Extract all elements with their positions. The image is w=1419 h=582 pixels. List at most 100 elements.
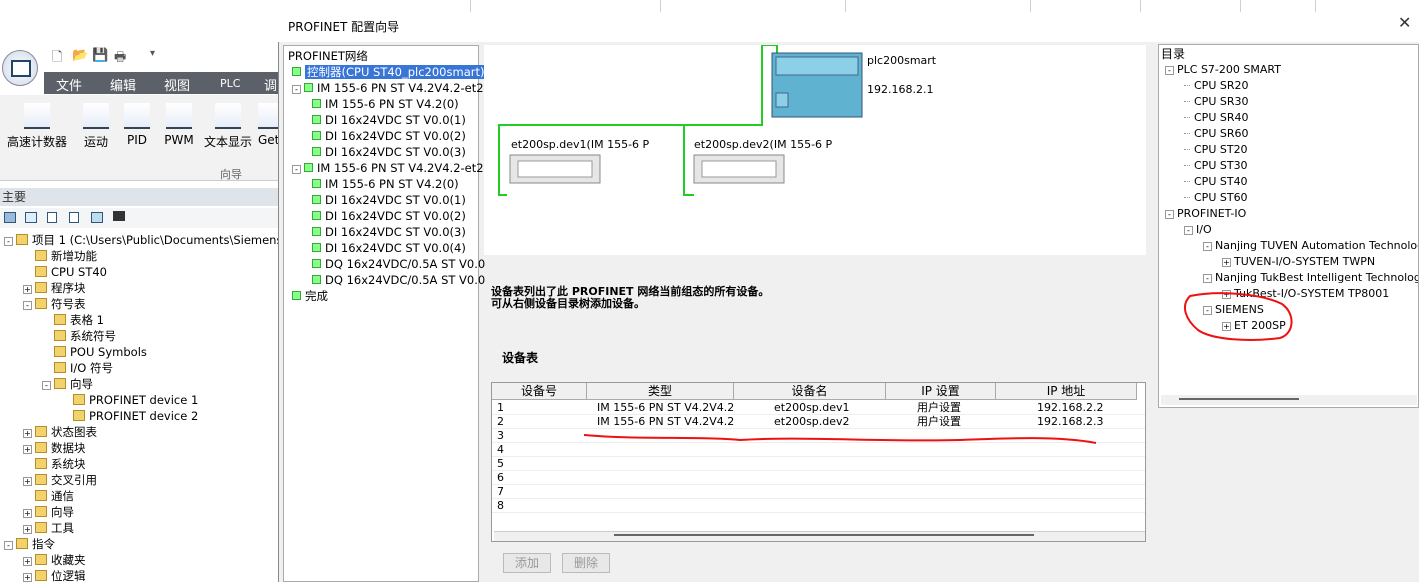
project-tree-item[interactable]: PROFINET device 2: [61, 408, 198, 424]
project-tree-item[interactable]: + 程序块: [23, 280, 86, 296]
project-tree-item[interactable]: + 收藏夹: [23, 552, 86, 568]
project-tree-item[interactable]: - 指令: [4, 536, 55, 552]
catalog-scroll-thumb[interactable]: [1179, 398, 1299, 400]
project-tree-item[interactable]: - 项目 1 (C:\Users\Public\Documents\Siemens…: [4, 232, 280, 248]
print-icon[interactable]: 🖶: [114, 48, 126, 70]
wizard-tree-item[interactable]: 完成: [292, 288, 328, 304]
col-header-type[interactable]: 类型: [587, 383, 734, 400]
save-icon[interactable]: 💾: [92, 48, 108, 63]
catalog-scrollbar[interactable]: [1161, 395, 1417, 405]
expand-toggle-icon[interactable]: -: [292, 85, 301, 94]
motion-wizard-button[interactable]: 运动: [76, 103, 116, 150]
wizard-tree-item[interactable]: DI 16x24VDC ST V0.0(1): [312, 192, 466, 208]
expand-toggle-icon[interactable]: +: [23, 429, 32, 438]
wizard-tree-item[interactable]: DI 16x24VDC ST V0.0(3): [312, 224, 466, 240]
catalog-item[interactable]: - PROFINET-IO: [1165, 206, 1246, 222]
catalog-item[interactable]: - SIEMENS: [1203, 302, 1264, 318]
expand-toggle-icon[interactable]: -: [1184, 226, 1193, 235]
toolbar-icon-1[interactable]: [4, 212, 16, 223]
catalog-item[interactable]: CPU ST60: [1184, 190, 1248, 206]
project-tree-item[interactable]: + 工具: [23, 520, 74, 536]
new-file-icon[interactable]: 🗋: [52, 48, 62, 70]
table-row[interactable]: 3: [492, 429, 1145, 443]
table-row[interactable]: 4: [492, 443, 1145, 457]
wizard-tree-item[interactable]: DQ 16x24VDC/0.5A ST V0.0: [312, 256, 485, 272]
catalog-item[interactable]: CPU ST20: [1184, 142, 1248, 158]
app-logo-icon[interactable]: [2, 50, 38, 86]
expand-toggle-icon[interactable]: -: [23, 301, 32, 310]
table-row[interactable]: 5: [492, 457, 1145, 471]
dropdown-arrow-icon[interactable]: ▾: [150, 48, 155, 59]
text-display-wizard-button[interactable]: 文本显示: [200, 103, 256, 150]
menu-debug[interactable]: 调: [264, 75, 277, 94]
wizard-tree-item[interactable]: DI 16x24VDC ST V0.0(3): [312, 144, 466, 160]
menu-view[interactable]: 视图: [164, 75, 190, 94]
toolbar-icon-3[interactable]: [47, 212, 57, 223]
col-header-ip-setting[interactable]: IP 设置: [886, 383, 996, 400]
project-tree-item[interactable]: - 向导: [42, 376, 93, 392]
catalog-item[interactable]: + TUVEN-I/O-SYSTEM TWPN: [1222, 254, 1375, 270]
pwm-wizard-button[interactable]: PWM: [160, 103, 198, 147]
open-folder-icon[interactable]: 📂: [72, 48, 88, 63]
project-tree-item[interactable]: I/O 符号: [42, 360, 113, 376]
catalog-item[interactable]: CPU SR60: [1184, 126, 1248, 142]
col-header-device-no[interactable]: 设备号: [492, 383, 587, 400]
col-header-device-name[interactable]: 设备名: [734, 383, 886, 400]
project-tree-item[interactable]: 系统块: [23, 456, 86, 472]
catalog-item[interactable]: - I/O: [1184, 222, 1212, 238]
wizard-tree-item[interactable]: IM 155-6 PN ST V4.2(0): [312, 96, 459, 112]
menu-file[interactable]: 文件: [56, 75, 82, 94]
expand-toggle-icon[interactable]: -: [1203, 306, 1212, 315]
expand-toggle-icon[interactable]: +: [1222, 290, 1231, 299]
table-row[interactable]: 6: [492, 471, 1145, 485]
project-tree-item[interactable]: + 位逻辑: [23, 568, 86, 582]
menu-plc[interactable]: PLC: [220, 77, 240, 90]
hsc-wizard-button[interactable]: 高速计数器: [6, 103, 68, 150]
catalog-item[interactable]: CPU ST40: [1184, 174, 1248, 190]
expand-toggle-icon[interactable]: +: [23, 509, 32, 518]
project-tree-item[interactable]: POU Symbols: [42, 344, 147, 360]
expand-toggle-icon[interactable]: +: [23, 573, 32, 582]
expand-toggle-icon[interactable]: -: [1203, 242, 1212, 251]
catalog-item[interactable]: CPU SR20: [1184, 78, 1248, 94]
wizard-tree-item[interactable]: DQ 16x24VDC/0.5A ST V0.0: [312, 272, 485, 288]
catalog-item[interactable]: + ET 200SP: [1222, 318, 1286, 334]
table-row[interactable]: 1 IM 155-6 PN ST V4.2V4.2 et200sp.dev1 用户设置…: [492, 401, 1145, 415]
wizard-tree-item[interactable]: DI 16x24VDC ST V0.0(1): [312, 112, 466, 128]
expand-toggle-icon[interactable]: +: [23, 557, 32, 566]
project-tree-item[interactable]: + 数据块: [23, 440, 86, 456]
catalog-item[interactable]: -Nanjing TukBest Intelligent Technology …: [1203, 270, 1418, 286]
toolbar-icon-6[interactable]: [113, 211, 125, 221]
catalog-item[interactable]: CPU SR40: [1184, 110, 1248, 126]
catalog-item[interactable]: - PLC S7-200 SMART: [1165, 62, 1281, 78]
wizard-tree-item[interactable]: 控制器(CPU ST40_plc200smart): [292, 64, 487, 80]
expand-toggle-icon[interactable]: +: [23, 285, 32, 294]
expand-toggle-icon[interactable]: -: [4, 237, 13, 246]
table-scroll-thumb[interactable]: [614, 534, 1034, 536]
delete-button[interactable]: 删除: [562, 553, 610, 573]
project-tree-item[interactable]: 表格 1: [42, 312, 104, 328]
project-tree-item[interactable]: + 交叉引用: [23, 472, 97, 488]
expand-toggle-icon[interactable]: +: [23, 525, 32, 534]
menu-edit[interactable]: 编辑: [110, 75, 136, 94]
toolbar-icon-2[interactable]: [25, 212, 37, 223]
project-tree-item[interactable]: CPU ST40: [23, 264, 107, 280]
col-header-ip-address[interactable]: IP 地址: [996, 383, 1137, 400]
wizard-tree-item[interactable]: - IM 155-6 PN ST V4.2V4.2-et200: [292, 160, 498, 176]
project-tree-item[interactable]: - 符号表: [23, 296, 86, 312]
catalog-item[interactable]: + TukBest-I/O-SYSTEM TP8001: [1222, 286, 1389, 302]
project-tree-item[interactable]: PROFINET device 1: [61, 392, 198, 408]
toolbar-icon-4[interactable]: [69, 212, 79, 223]
pid-wizard-button[interactable]: PID: [118, 103, 156, 147]
toolbar-icon-5[interactable]: [91, 212, 103, 223]
wizard-tree-item[interactable]: DI 16x24VDC ST V0.0(2): [312, 128, 466, 144]
expand-toggle-icon[interactable]: +: [1222, 258, 1231, 267]
project-tree-item[interactable]: 系统符号: [42, 328, 116, 344]
expand-toggle-icon[interactable]: -: [292, 165, 301, 174]
wizard-tree-item[interactable]: IM 155-6 PN ST V4.2(0): [312, 176, 459, 192]
project-tree-item[interactable]: + 向导: [23, 504, 74, 520]
catalog-item[interactable]: CPU ST30: [1184, 158, 1248, 174]
expand-toggle-icon[interactable]: -: [4, 541, 13, 550]
table-row[interactable]: 7: [492, 485, 1145, 499]
project-tree-item[interactable]: + 状态图表: [23, 424, 97, 440]
